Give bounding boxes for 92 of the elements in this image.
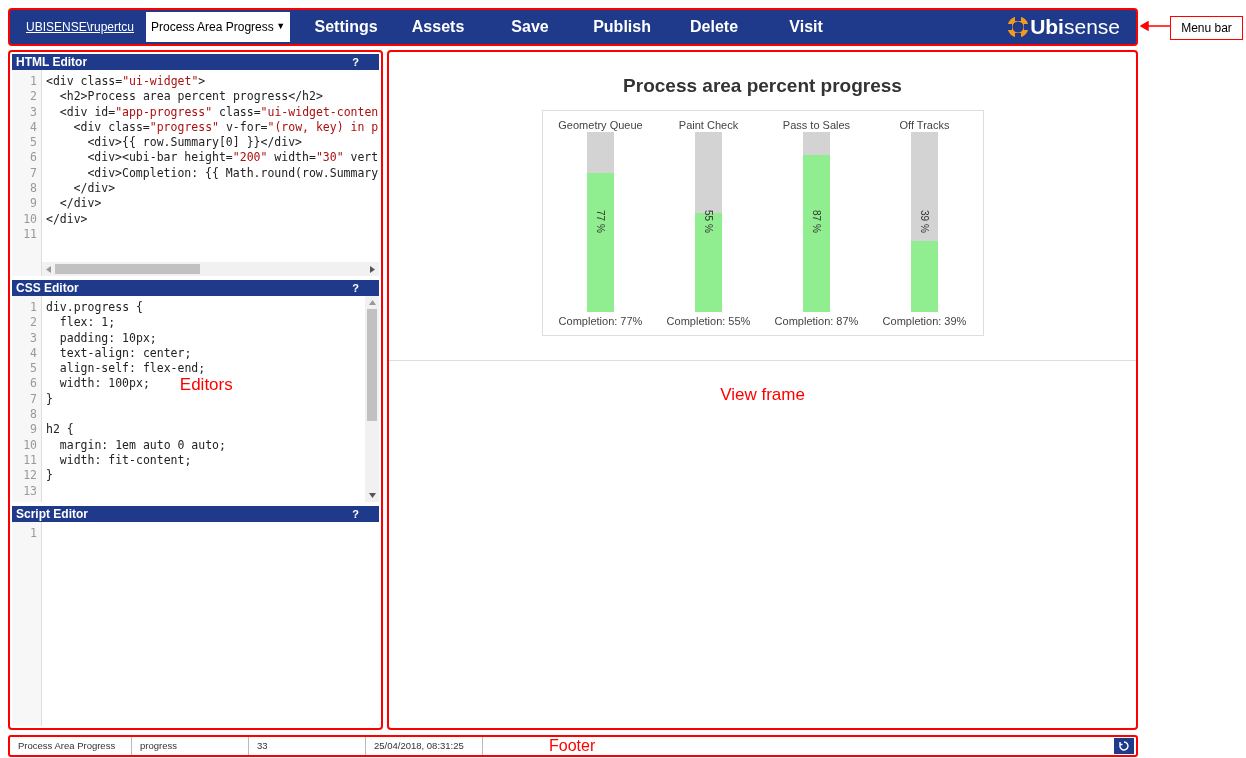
line-number: 9: [30, 196, 37, 212]
bar-label: Off Tracks: [899, 117, 950, 132]
code-line: align-self: flex-end;: [59, 361, 206, 377]
line-number: 3: [30, 330, 37, 346]
view-title: Process area percent progress: [623, 74, 902, 98]
code-line: <div id="app-progress" class="ui-widget-conten: [59, 104, 379, 120]
code-line: width: 100px;: [59, 376, 150, 392]
menu-item[interactable]: Delete: [668, 15, 761, 39]
annotation-label: Footer: [549, 736, 596, 756]
code-line: <div><ubi-bar height="200" width="30" vert: [87, 150, 379, 166]
menu-item[interactable]: Save: [484, 15, 577, 39]
completion-text: Completion: 39%: [882, 313, 967, 328]
menu-item[interactable]: Assets: [392, 15, 485, 39]
line-number: 1: [30, 74, 37, 90]
editor-title: Script Editor: [16, 508, 88, 520]
line-number: 1: [30, 300, 37, 316]
annotation-arrow: [1140, 21, 1170, 31]
code-line: </div>: [73, 181, 116, 197]
line-number: 7: [30, 165, 37, 182]
line-number: 4: [30, 119, 37, 136]
line-number: 9: [30, 422, 37, 438]
line-number: 4: [30, 345, 37, 362]
code-line: width: fit-content;: [59, 452, 192, 469]
vertical-scrollbar[interactable]: [365, 296, 379, 502]
line-number: 8: [30, 181, 37, 197]
line-number: 11: [23, 452, 37, 469]
code-line: text-align: center;: [59, 345, 192, 362]
page-select[interactable]: Process Area Progress ▼: [146, 12, 291, 42]
line-number: 13: [23, 483, 37, 499]
menu-item[interactable]: Settings: [300, 15, 393, 39]
refresh-button[interactable]: [1114, 738, 1134, 754]
help-link[interactable]: ?: [352, 508, 359, 520]
help-link[interactable]: ?: [352, 282, 359, 294]
bar-reading: 39 %: [918, 209, 931, 233]
line-number: 5: [30, 135, 37, 151]
help-link[interactable]: ?: [352, 56, 359, 68]
code-line: <div class="progress" v-for="(row, key) in p: [73, 119, 379, 136]
footer-cell: progress: [132, 737, 249, 755]
completion-text: Completion: 55%: [666, 313, 751, 328]
bar-label: Pass to Sales: [782, 117, 851, 132]
line-number: 2: [30, 89, 37, 105]
completion-text: Completion: 87%: [774, 313, 859, 328]
completion-text: Completion: 77%: [558, 313, 643, 328]
code-line: <h2>Process area percent progress</h2>: [59, 89, 323, 105]
menu-item[interactable]: Visit: [760, 15, 853, 39]
code-line: <div>{{ row.Summary[0] }}</div>: [87, 135, 303, 151]
line-number: 7: [30, 391, 37, 408]
line-number: 10: [23, 437, 37, 453]
down-arrow-icon[interactable]: [368, 493, 376, 498]
code-line: <div class="ui-widget">: [46, 74, 206, 90]
logo-icon: [1008, 17, 1029, 37]
horizontal-scrollbar[interactable]: [42, 262, 379, 276]
code-line: <div>Completion: {{ Math.round(row.Summary: [87, 165, 379, 182]
code-line: h2 {: [46, 422, 74, 438]
bar-label: Geometry Queue: [558, 117, 643, 132]
footer-cell: 33: [249, 737, 366, 755]
code-line: margin: 1em auto 0 auto;: [59, 437, 226, 453]
code-editor[interactable]: [12, 70, 379, 276]
bar-reading: 55 %: [702, 209, 715, 233]
annotation-label: View frame: [720, 383, 805, 406]
code-line: flex: 1;: [59, 315, 116, 331]
line-number: 12: [23, 468, 37, 484]
footer-cell: 25/04/2018, 08:31:25: [366, 737, 483, 755]
line-number: 5: [30, 361, 37, 377]
footer-cell: Process Area Progress: [10, 737, 132, 755]
bar-reading: 87 %: [810, 209, 823, 233]
bar-label: Paint Check: [678, 117, 739, 132]
logo-text: Ubisense: [1030, 14, 1120, 41]
line-number: 8: [30, 407, 37, 423]
code-line: </div>: [59, 196, 102, 212]
line-number: 6: [30, 376, 37, 392]
line-number: 1: [30, 526, 37, 542]
user-link[interactable]: UBISENSE\rupertcu: [26, 18, 135, 36]
code-editor[interactable]: 1 2 3 4 5 6 7 8 9 10 11 12 13 div.progress { flex: 1; padding: 10px; text-align: center; align-self: flex-end; width: 100px; Editors } h2 { margin: 1em auto 0 auto; width: fit-content; }: [12, 296, 379, 502]
right-arrow-icon[interactable]: [370, 265, 375, 273]
bar-reading: 77 %: [594, 209, 607, 233]
menu-item[interactable]: Publish: [576, 15, 669, 39]
code-line: </div>: [46, 211, 88, 227]
refresh-icon: [1119, 741, 1129, 751]
editor-title: CSS Editor: [16, 282, 79, 294]
code-line: }: [46, 391, 53, 408]
line-number: 6: [30, 150, 37, 166]
code-line: padding: 10px;: [59, 330, 157, 346]
annotation-label: Editors: [179, 376, 233, 394]
line-number: 10: [23, 211, 37, 227]
code-line: div.progress {: [46, 300, 143, 316]
code-line: }: [46, 468, 53, 484]
line-number: 3: [30, 104, 37, 120]
line-number: 2: [30, 315, 37, 331]
line-number: 11: [23, 226, 37, 243]
annotation-label: Menu bar: [1170, 16, 1243, 40]
editor-title: HTML Editor: [16, 56, 88, 68]
